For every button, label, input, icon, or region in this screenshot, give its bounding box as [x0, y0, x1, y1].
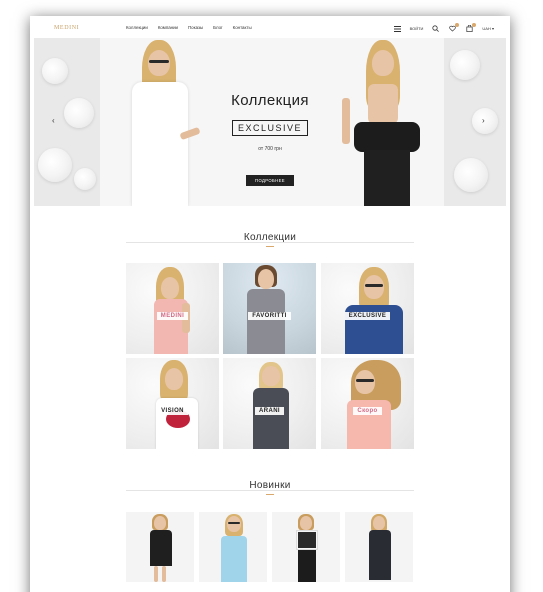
collection-label: EXCLUSIVE [344, 312, 391, 320]
product-card[interactable] [345, 512, 413, 582]
menu-icon[interactable] [393, 24, 402, 33]
collection-tile-medini[interactable]: MEDINI [126, 263, 219, 354]
collection-tile-arani[interactable]: ARANI [223, 358, 316, 449]
heart-icon[interactable] [448, 23, 460, 33]
hero-price: от 700 грн [258, 146, 282, 152]
web-page: MEDINI Коллекции Компании Показы Блог Ко… [34, 20, 506, 592]
nav-item-blog[interactable]: Блог [213, 25, 223, 30]
collections-accent [266, 246, 274, 247]
hero-slider: ‹ › Коллекция EXCLUSIVE от 700 грн ПОДРО… [34, 38, 506, 206]
nav-item-collections[interactable]: Коллекции [126, 25, 148, 30]
nav-item-contacts[interactable]: Контакты [233, 25, 252, 30]
bag-icon[interactable] [465, 23, 477, 33]
site-header: MEDINI Коллекции Компании Показы Блог Ко… [34, 20, 506, 38]
new-items-title: Новинки [249, 480, 291, 491]
nav-item-shows[interactable]: Показы [188, 25, 203, 30]
product-card[interactable] [272, 512, 340, 582]
hero-subtitle: EXCLUSIVE [231, 120, 309, 136]
collection-tile-exclusive[interactable]: EXCLUSIVE [321, 263, 414, 354]
wishlist-badge [455, 23, 460, 27]
header-actions: ВОЙТИ UAH ▾ [393, 23, 494, 33]
product-card[interactable] [199, 512, 267, 582]
collections-title: Коллекции [243, 232, 297, 243]
product-card[interactable] [126, 512, 194, 582]
collection-label: VISION [157, 407, 188, 415]
currency-select[interactable]: UAH ▾ [482, 26, 494, 31]
collection-tile-favoritti[interactable]: FAVORITTI [223, 263, 316, 354]
collection-label: FAVORITTI [248, 312, 291, 320]
login-link[interactable]: ВОЙТИ [410, 26, 424, 31]
collection-label: ARANI [255, 407, 284, 415]
site-logo[interactable]: MEDINI [54, 25, 79, 31]
collection-label: MEDINI [156, 312, 189, 320]
collection-tile-soon[interactable]: Скоро [321, 358, 414, 449]
collection-tile-vision[interactable]: VISION [126, 358, 219, 449]
main-nav: Коллекции Компании Показы Блог Контакты [126, 25, 252, 30]
new-items-accent [266, 494, 274, 495]
hero-details-button[interactable]: ПОДРОБНЕЕ [246, 175, 294, 186]
nav-item-company[interactable]: Компании [158, 25, 178, 30]
search-icon[interactable] [431, 24, 440, 33]
collection-label: Скоро [353, 407, 382, 415]
cart-badge [472, 23, 477, 27]
hero-title: Коллекция [231, 92, 309, 109]
